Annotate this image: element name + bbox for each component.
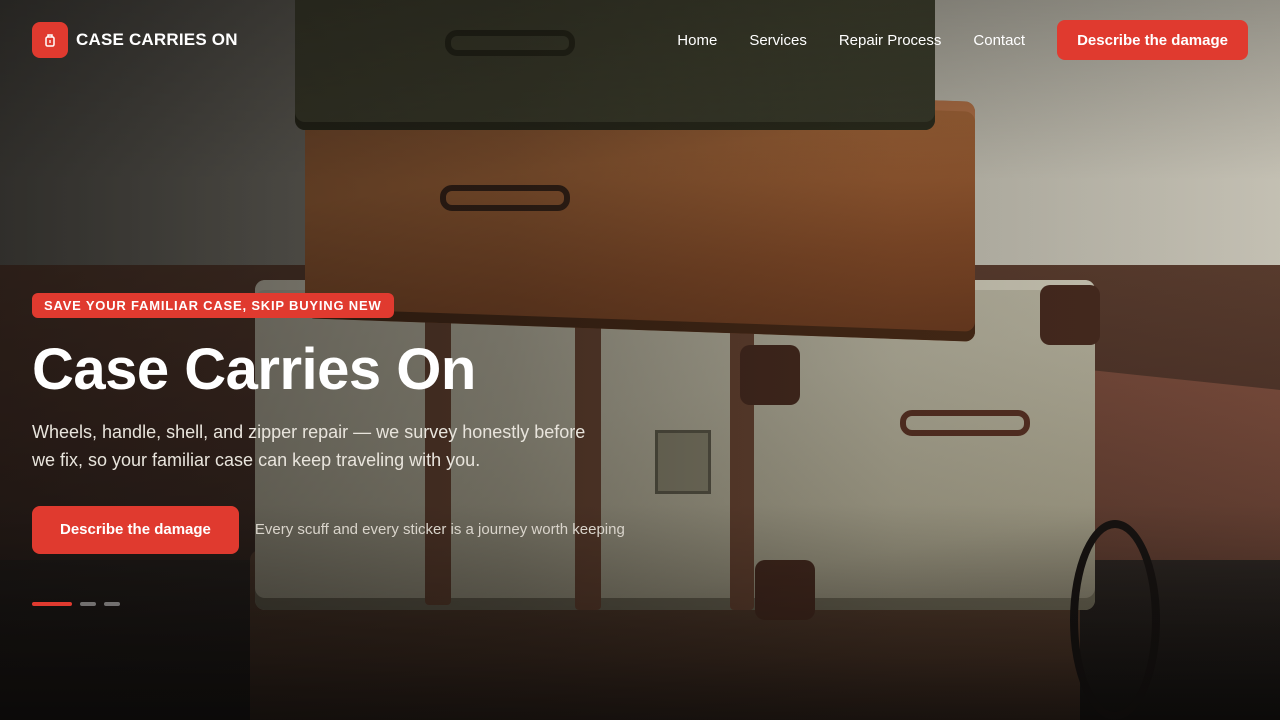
slider-indicator <box>32 601 732 606</box>
hero-cta-row: Describe the damage Every scuff and ever… <box>32 505 732 554</box>
brand-logo[interactable]: CASE CARRIES ON <box>32 22 238 58</box>
nav-link-services[interactable]: Services <box>749 32 807 49</box>
hero-subtitle: Wheels, handle, shell, and zipper repair… <box>32 421 586 470</box>
slider-dot-2[interactable] <box>80 601 96 606</box>
luggage-icon <box>32 22 68 58</box>
slider-dot-1[interactable] <box>32 601 72 606</box>
hero-eyebrow-badge: SAVE YOUR FAMILIAR CASE, SKIP BUYING NEW <box>32 293 394 318</box>
hero-tagline: Every scuff and every sticker is a journ… <box>254 521 625 539</box>
site-header: CASE CARRIES ON Home Services Repair Pro… <box>0 0 1280 80</box>
nav-link-contact[interactable]: Contact <box>973 32 1025 49</box>
hero-content: SAVE YOUR FAMILIAR CASE, SKIP BUYING NEW… <box>32 293 732 606</box>
hero-title: Case Carries On <box>32 337 476 402</box>
nav-link-repair-process[interactable]: Repair Process <box>839 32 942 49</box>
slider-dot-3[interactable] <box>104 601 120 606</box>
nav-link-home[interactable]: Home <box>677 32 717 49</box>
describe-damage-nav-button[interactable]: Describe the damage <box>1057 20 1248 60</box>
describe-damage-hero-button[interactable]: Describe the damage <box>32 505 239 554</box>
main-nav: Home Services Repair Process Contact Des… <box>677 20 1248 60</box>
brand-name: CASE CARRIES ON <box>76 30 238 49</box>
